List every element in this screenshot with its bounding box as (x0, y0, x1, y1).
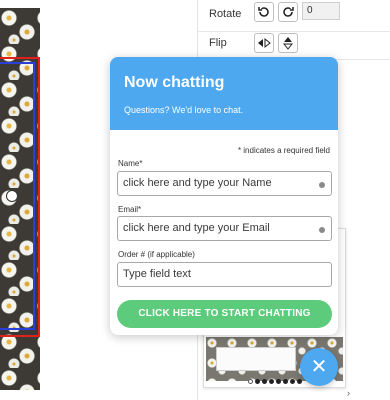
flip-row: Flip (198, 28, 390, 60)
close-icon: ✕ (310, 356, 328, 378)
email-label: Email* (118, 205, 142, 214)
order-placeholder: Type field text (123, 268, 191, 280)
thumbnail-label-area (216, 347, 296, 371)
rotate-handle[interactable] (6, 190, 18, 202)
rotate-label: Rotate (209, 8, 242, 20)
name-field[interactable]: click here and type your Name (117, 171, 332, 196)
pager-dot[interactable] (262, 379, 267, 384)
pager-dot[interactable] (290, 379, 295, 384)
name-placeholder: click here and type your Name (123, 177, 272, 189)
pager-dot[interactable] (248, 379, 253, 384)
name-label: Name* (118, 159, 143, 168)
pager-dot[interactable] (269, 379, 274, 384)
close-chat-button[interactable]: ✕ (300, 348, 338, 386)
required-field-note: * indicates a required field (237, 146, 330, 155)
flip-label: Flip (209, 37, 227, 49)
clear-icon[interactable] (319, 227, 325, 233)
flip-vertical-icon[interactable] (278, 33, 298, 53)
start-chatting-button[interactable]: CLICK HERE TO START CHATTING (117, 300, 332, 328)
chat-title: Now chatting (124, 74, 225, 91)
order-label: Order # (if applicable) (118, 250, 195, 259)
pager-dot[interactable] (283, 379, 288, 384)
rotation-value-input[interactable]: 0 (302, 2, 340, 20)
rotate-cw-icon[interactable] (278, 2, 298, 22)
order-number-field[interactable]: Type field text (117, 262, 332, 287)
email-placeholder: click here and type your Email (123, 222, 270, 234)
flip-horizontal-icon[interactable] (254, 33, 274, 53)
pager-dot[interactable] (276, 379, 281, 384)
chat-subtitle: Questions? We'd love to chat. (124, 105, 244, 115)
clear-icon[interactable] (319, 182, 325, 188)
pager-dot[interactable] (255, 379, 260, 384)
chat-header: Now chatting Questions? We'd love to cha… (110, 57, 338, 130)
pager-dot[interactable] (297, 379, 302, 384)
chat-widget: Now chatting Questions? We'd love to cha… (110, 57, 338, 335)
chevron-right-icon[interactable]: › (347, 388, 350, 398)
thumbnail-pager[interactable] (248, 379, 304, 387)
email-field[interactable]: click here and type your Email (117, 216, 332, 241)
rotate-ccw-icon[interactable] (254, 2, 274, 22)
